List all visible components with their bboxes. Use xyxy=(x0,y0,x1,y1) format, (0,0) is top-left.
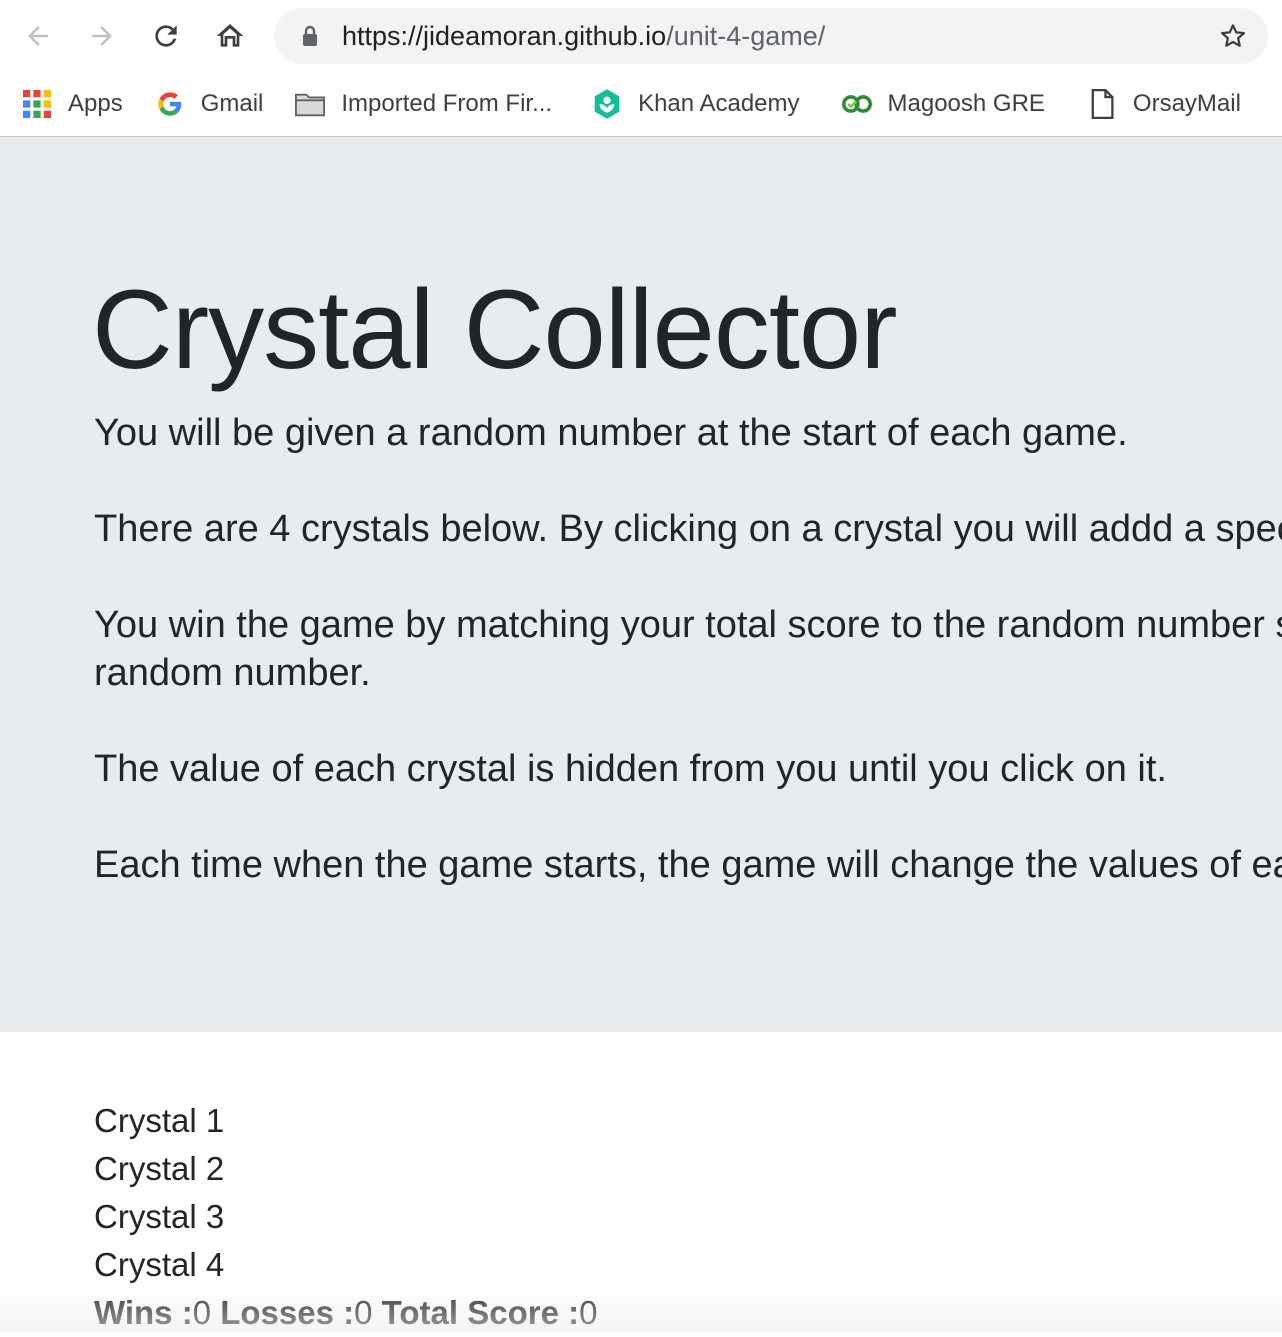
crystal-2[interactable]: Crystal 2 xyxy=(94,1145,597,1193)
magoosh-icon xyxy=(841,89,872,119)
page-title: Crystal Collector xyxy=(92,267,898,392)
bookmark-imported-folder[interactable]: Imported From Fir... xyxy=(285,82,562,126)
apps-grid-icon xyxy=(22,89,52,119)
back-arrow-icon xyxy=(28,26,48,46)
jumbotron: Crystal Collector You will be given a ra… xyxy=(0,137,1282,1032)
bookmark-magoosh[interactable]: Magoosh GRE xyxy=(832,82,1055,126)
forward-arrow-icon xyxy=(92,26,112,46)
google-g-icon xyxy=(155,89,185,119)
wins-value: 0 xyxy=(192,1294,212,1331)
folder-icon xyxy=(295,89,326,119)
crystal-1[interactable]: Crystal 1 xyxy=(94,1097,597,1145)
bookmark-label: Gmail xyxy=(200,90,264,117)
losses-value: 0 xyxy=(354,1294,373,1331)
bookmark-label: Khan Academy xyxy=(638,90,800,117)
instructions-paragraph: There are 4 crystals below. By clicking … xyxy=(94,508,1282,550)
bookmark-khan-academy[interactable]: Khan Academy xyxy=(582,82,809,126)
url-text[interactable]: https://jideamoran.github.io/unit-4-game… xyxy=(342,8,825,64)
bookmark-label: Magoosh GRE xyxy=(887,90,1045,117)
total-score-value: 0 xyxy=(579,1294,598,1331)
bookmark-label: OrsayMail xyxy=(1132,90,1241,117)
bookmark-apps[interactable]: Apps xyxy=(12,82,133,126)
instructions-paragraph: Each time when the game starts, the game… xyxy=(94,844,1282,886)
bookmark-label: Apps xyxy=(68,90,123,117)
crystal-3[interactable]: Crystal 3 xyxy=(94,1193,597,1241)
home-icon xyxy=(216,24,244,47)
forward-button[interactable] xyxy=(82,16,122,56)
bookmark-label: Imported From Fir... xyxy=(341,90,553,117)
home-button[interactable] xyxy=(210,16,250,56)
bookmark-orsaymail[interactable]: OrsayMail xyxy=(1077,82,1251,126)
bookmarks-bar: Apps Gmail Imported From Fir... Khan Aca… xyxy=(0,72,1282,137)
back-button[interactable] xyxy=(18,16,58,56)
crystal-4[interactable]: Crystal 4 xyxy=(94,1241,597,1289)
url-path: /unit-4-game/ xyxy=(666,21,826,51)
lock-icon xyxy=(303,25,317,46)
instructions-paragraph: random number. xyxy=(94,652,371,694)
instructions-paragraph: The value of each crystal is hidden from… xyxy=(94,748,1167,790)
total-score-label: Total Score : xyxy=(381,1294,580,1331)
instructions-paragraph: You win the game by matching your total … xyxy=(94,604,1282,646)
scoreboard: Wins :0 Losses :0 Total Score :0 xyxy=(94,1289,597,1337)
instructions-paragraph: You will be given a random number at the… xyxy=(94,412,1128,454)
bookmark-gmail[interactable]: Gmail xyxy=(145,82,274,126)
losses-label: Losses : xyxy=(220,1294,355,1331)
browser-toolbar: https://jideamoran.github.io/unit-4-game… xyxy=(0,0,1282,72)
wins-label: Wins : xyxy=(94,1294,193,1331)
reload-button[interactable] xyxy=(146,16,186,56)
url-host: https://jideamoran.github.io xyxy=(342,21,667,51)
khan-academy-icon xyxy=(592,89,622,119)
bookmark-star-icon[interactable] xyxy=(1218,21,1248,51)
address-bar[interactable]: https://jideamoran.github.io/unit-4-game… xyxy=(274,8,1268,64)
page-icon xyxy=(1087,89,1117,119)
reload-icon xyxy=(155,25,177,47)
game-area: Crystal 1 Crystal 2 Crystal 3 Crystal 4 … xyxy=(94,1097,597,1337)
